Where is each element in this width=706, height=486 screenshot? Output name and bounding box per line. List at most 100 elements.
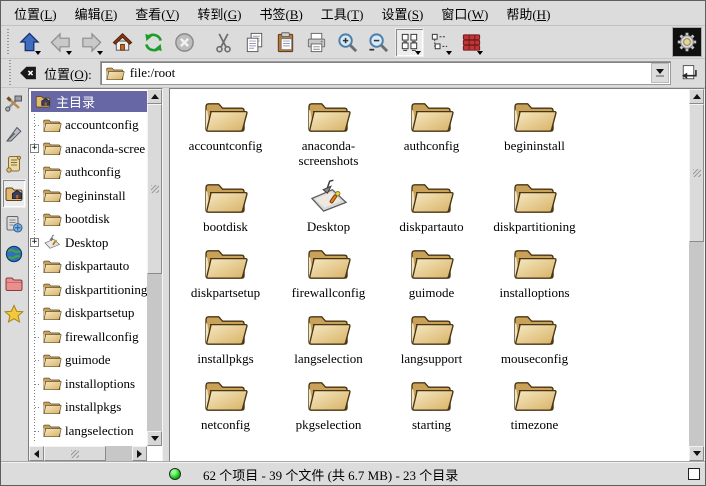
menu-item-l[interactable]: 位置(L): [9, 2, 62, 25]
tree-horizontal-scrollbar[interactable]: [29, 446, 147, 461]
menu-item-h[interactable]: 帮助(H): [501, 2, 555, 25]
bookmarks-star-icon[interactable]: [2, 299, 26, 328]
folder-item[interactable]: installoptions: [483, 244, 586, 310]
folder-item[interactable]: installpkgs: [174, 310, 277, 376]
active-view-checkbox[interactable]: [688, 468, 700, 480]
folder-icon: [305, 244, 352, 283]
folder-icon: [42, 140, 62, 157]
tree-scroll-thumb[interactable]: [147, 104, 162, 274]
red-bricks-icon[interactable]: [457, 28, 486, 57]
up-arrow-icon[interactable]: [15, 28, 44, 57]
view-vertical-scrollbar[interactable]: [689, 89, 704, 461]
scroll-left-icon[interactable]: [29, 446, 44, 461]
menu-item-s[interactable]: 设置(S): [376, 2, 428, 25]
tree-item[interactable]: authconfig: [29, 161, 147, 185]
folder-icon: [42, 399, 62, 416]
scroll-down-icon[interactable]: [689, 446, 704, 461]
folder-item[interactable]: diskpartsetup: [174, 244, 277, 310]
status-led-icon: [169, 468, 181, 480]
annotate-pen-icon[interactable]: [2, 119, 26, 148]
tree-view-icon[interactable]: [426, 28, 455, 57]
folder-item[interactable]: langsupport: [380, 310, 483, 376]
scissors-icon[interactable]: [209, 28, 238, 57]
folder-item[interactable]: timezone: [483, 376, 586, 442]
toolbar-drag-handle[interactable]: [5, 29, 11, 55]
clear-location-icon[interactable]: [16, 61, 40, 85]
copy-icon[interactable]: [240, 28, 269, 57]
history-scroll-icon[interactable]: [2, 149, 26, 178]
home-icon[interactable]: [108, 28, 137, 57]
tree-item[interactable]: langselection: [29, 419, 147, 443]
menu-item-t[interactable]: 工具(T): [316, 2, 369, 25]
scroll-down-icon[interactable]: [147, 431, 162, 446]
folder-icon: [511, 376, 558, 415]
services-icon[interactable]: [2, 209, 26, 238]
root-folder-icon[interactable]: [2, 269, 26, 298]
tree-item-label: accountconfig: [65, 117, 139, 133]
reload-icon[interactable]: [139, 28, 168, 57]
folder-item[interactable]: starting: [380, 376, 483, 442]
folder-icon: [408, 310, 455, 349]
tree-item[interactable]: firewallconfig: [29, 325, 147, 349]
menu-item-v[interactable]: 查看(V): [130, 2, 184, 25]
tree-item[interactable]: accountconfig: [29, 114, 147, 138]
tree-hscroll-thumb[interactable]: [44, 446, 106, 461]
view-scroll-thumb[interactable]: [689, 104, 704, 242]
paste-icon[interactable]: [271, 28, 300, 57]
folder-icon: [202, 178, 249, 217]
tree-item[interactable]: bootdisk: [29, 208, 147, 232]
menu-item-g[interactable]: 转到(G): [192, 2, 246, 25]
system-tools-icon[interactable]: [2, 89, 26, 118]
folder-item[interactable]: bootdisk: [174, 178, 277, 244]
menu-item-b[interactable]: 书签(B): [254, 2, 307, 25]
tree-item[interactable]: 主目录: [29, 90, 147, 114]
go-icon[interactable]: [675, 60, 701, 86]
folder-item[interactable]: guimode: [380, 244, 483, 310]
folder-item[interactable]: pkgselection: [277, 376, 380, 442]
folder-item[interactable]: accountconfig: [174, 97, 277, 178]
folder-item[interactable]: netconfig: [174, 376, 277, 442]
stop-icon: [170, 28, 199, 57]
locationbar-drag-handle[interactable]: [7, 60, 13, 86]
tree-item[interactable]: installoptions: [29, 372, 147, 396]
scroll-right-icon[interactable]: [132, 446, 147, 461]
tree-item[interactable]: installpkgs: [29, 396, 147, 420]
tree-item-label: authconfig: [65, 164, 121, 180]
expand-plus-icon[interactable]: +: [30, 144, 39, 153]
scroll-up-icon[interactable]: [147, 89, 162, 104]
folder-item[interactable]: authconfig: [380, 97, 483, 178]
tree-item[interactable]: begininstall: [29, 184, 147, 208]
home-directory-icon[interactable]: [2, 179, 26, 208]
folder-item[interactable]: langselection: [277, 310, 380, 376]
konqueror-gear-icon[interactable]: [672, 27, 702, 57]
zoom-in-icon[interactable]: [333, 28, 362, 57]
printer-icon[interactable]: [302, 28, 331, 57]
network-globe-icon[interactable]: [2, 239, 26, 268]
tree-item[interactable]: +Desktop: [29, 231, 147, 255]
tree-vertical-scrollbar[interactable]: [147, 89, 162, 446]
tree-item[interactable]: +anaconda-scree: [29, 137, 147, 161]
folder-item[interactable]: diskpartitioning: [483, 178, 586, 244]
folder-item[interactable]: diskpartauto: [380, 178, 483, 244]
folder-label: guimode: [409, 285, 455, 300]
expand-plus-icon[interactable]: +: [30, 238, 39, 247]
zoom-out-icon[interactable]: [364, 28, 393, 57]
folder-item[interactable]: mouseconfig: [483, 310, 586, 376]
folder-item[interactable]: firewallconfig: [277, 244, 380, 310]
folder-item[interactable]: begininstall: [483, 97, 586, 178]
tree-item[interactable]: diskpartauto: [29, 255, 147, 279]
tree-item[interactable]: guimode: [29, 349, 147, 373]
folder-item[interactable]: anaconda-screenshots: [277, 97, 380, 178]
folder-icon: [202, 244, 249, 283]
location-input[interactable]: [130, 65, 651, 81]
tree-item[interactable]: diskpartitioning: [29, 278, 147, 302]
menu-item-w[interactable]: 窗口(W): [436, 2, 493, 25]
folder-item[interactable]: Desktop: [277, 178, 380, 244]
folder-label: langselection: [294, 351, 363, 366]
menu-item-e[interactable]: 编辑(E): [70, 2, 123, 25]
icon-view-icon[interactable]: [395, 28, 424, 57]
location-dropdown-arrow-icon[interactable]: [651, 63, 669, 83]
scroll-up-icon[interactable]: [689, 89, 704, 104]
location-combobox[interactable]: [100, 61, 671, 85]
tree-item[interactable]: diskpartsetup: [29, 302, 147, 326]
